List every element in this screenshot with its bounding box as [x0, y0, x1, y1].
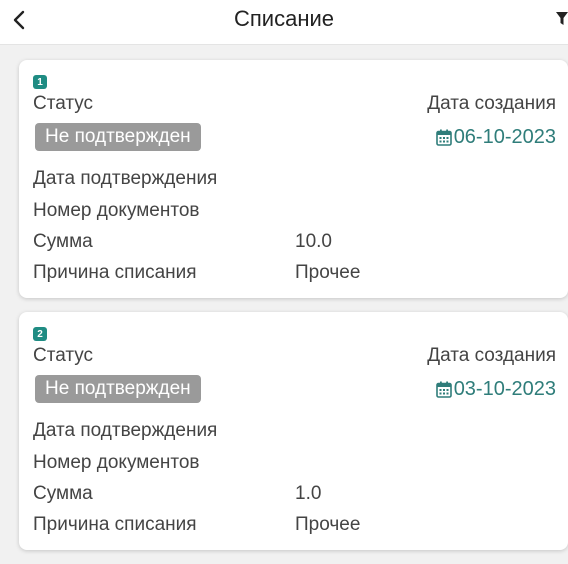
calendar-icon [435, 381, 452, 398]
app-header: Списание [0, 0, 568, 45]
reason-value: Прочее [295, 514, 361, 535]
docs-number-label: Номер документов [33, 452, 200, 473]
card-index-badge: 2 [33, 327, 47, 341]
created-date-value: 03-10-2023 [453, 378, 556, 400]
page-title: Списание [234, 6, 334, 31]
sum-value: 1.0 [295, 483, 322, 504]
created-date: 03-10-2023 [435, 378, 556, 401]
created-date-label: Дата создания [427, 345, 556, 366]
sum-value: 10.0 [295, 231, 332, 252]
sum-label: Сумма [33, 483, 93, 504]
filter-button[interactable] [544, 8, 568, 32]
writeoff-list: 1 Статус Дата создания Не подтвержден 06… [19, 60, 568, 564]
confirm-date-label: Дата подтверждения [33, 420, 218, 441]
docs-number-label: Номер документов [33, 200, 200, 221]
status-label: Статус [33, 93, 94, 114]
created-date-value: 06-10-2023 [453, 126, 556, 148]
sum-label: Сумма [33, 231, 93, 252]
writeoff-card[interactable]: 2 Статус Дата создания Не подтвержден 03… [19, 312, 568, 550]
created-date-label: Дата создания [427, 93, 556, 114]
filter-icon [556, 12, 568, 25]
reason-label: Причина списания [33, 262, 197, 283]
status-badge: Не подтвержден [35, 123, 201, 151]
calendar-icon [435, 129, 452, 146]
status-badge: Не подтвержден [35, 375, 201, 403]
reason-label: Причина списания [33, 514, 197, 535]
writeoff-card[interactable]: 1 Статус Дата создания Не подтвержден 06… [19, 60, 568, 298]
status-label: Статус [33, 345, 94, 366]
confirm-date-label: Дата подтверждения [33, 168, 218, 189]
reason-value: Прочее [295, 262, 361, 283]
card-index-badge: 1 [33, 75, 47, 89]
created-date: 06-10-2023 [435, 126, 556, 149]
